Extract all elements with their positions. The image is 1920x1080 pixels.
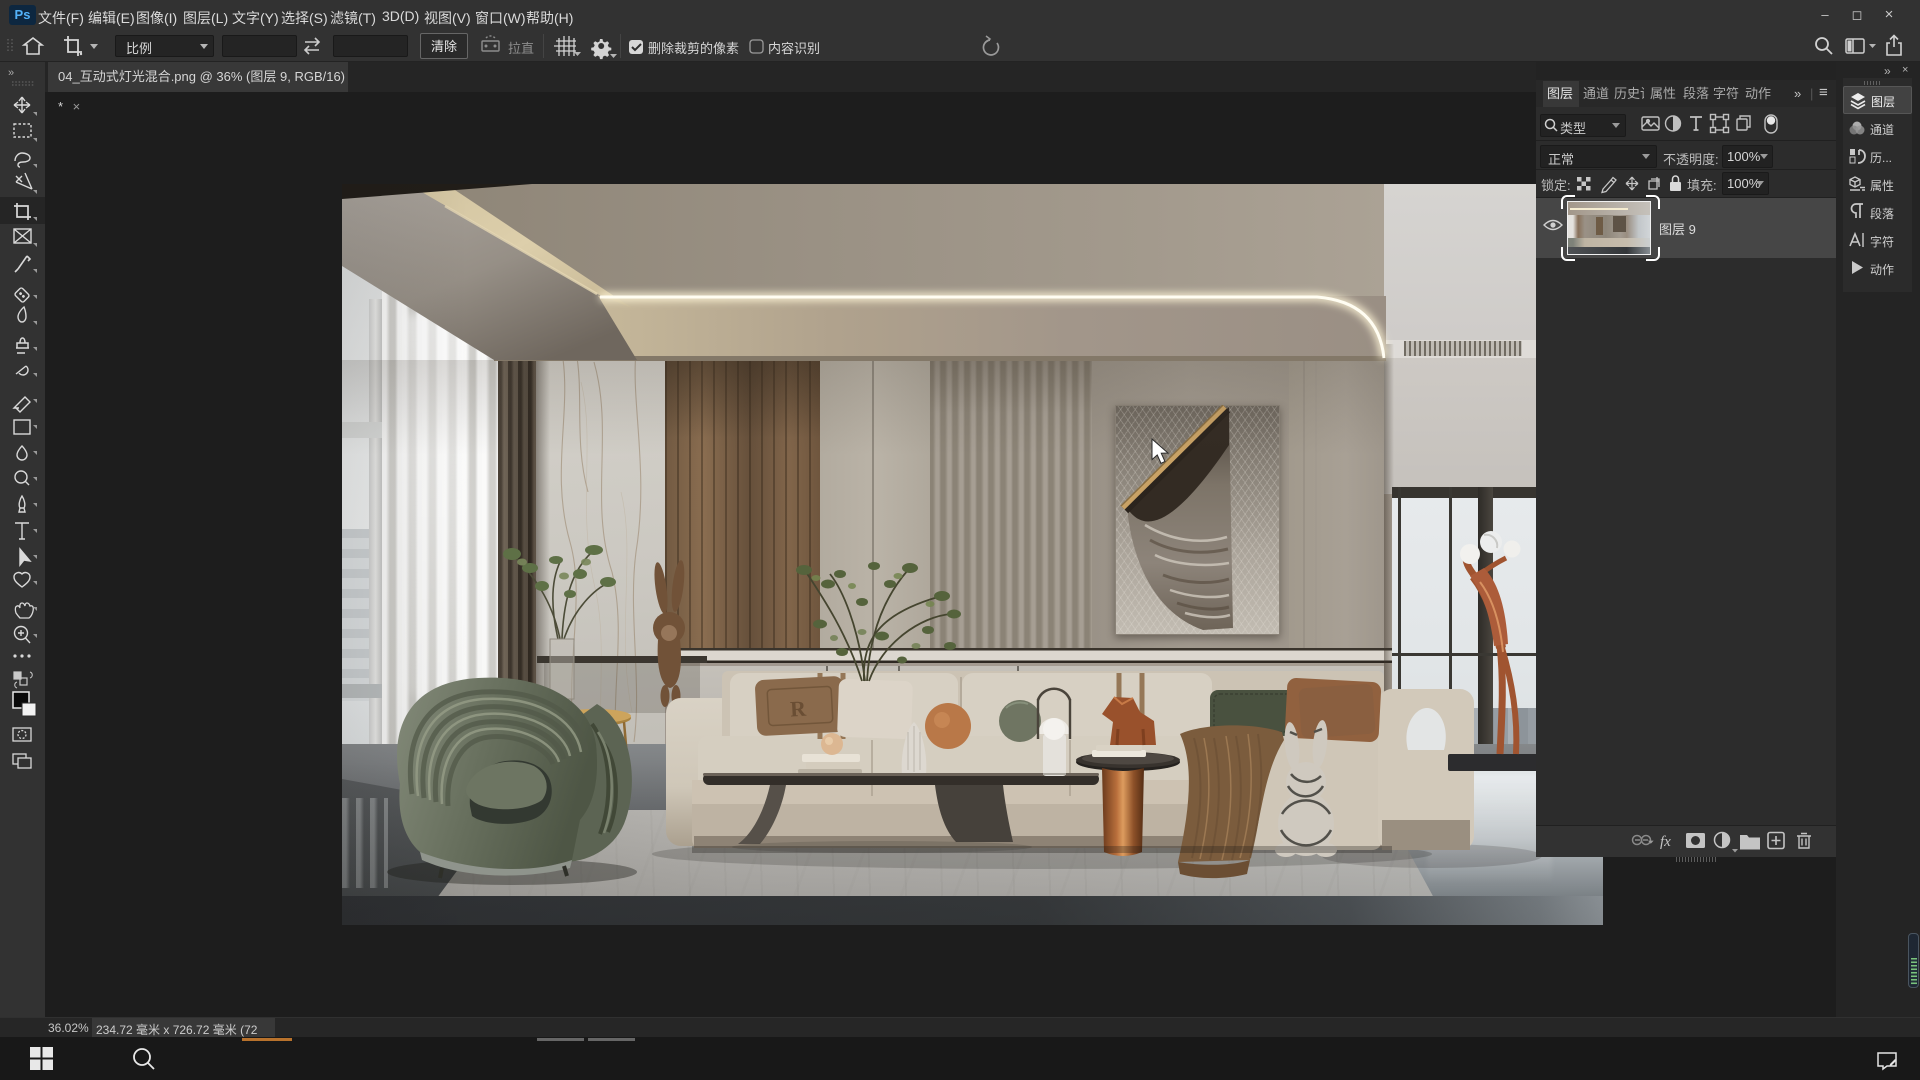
- svg-text:fx: fx: [1660, 834, 1671, 850]
- svg-text:R: R: [789, 696, 807, 722]
- svg-text:»: »: [8, 67, 14, 79]
